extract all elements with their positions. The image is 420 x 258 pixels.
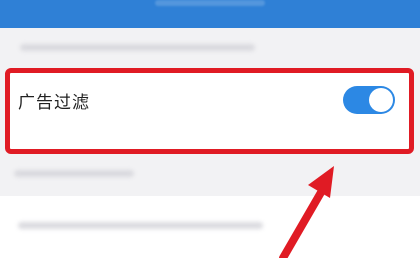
pointer-arrow-icon <box>279 166 334 258</box>
